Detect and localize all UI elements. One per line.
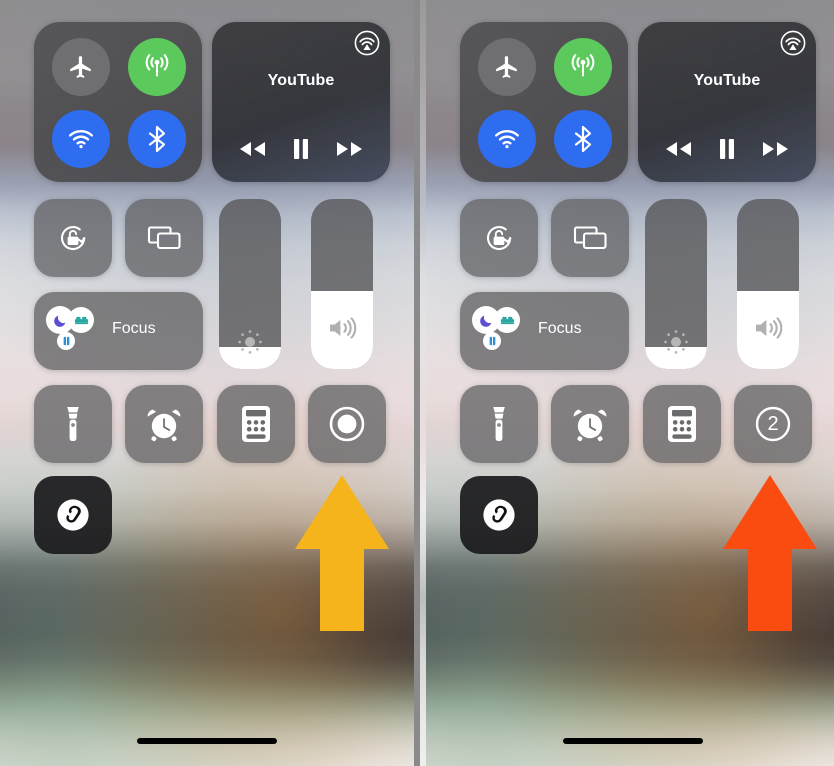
flashlight-button[interactable]: [460, 385, 538, 463]
calculator-icon: [667, 405, 697, 443]
brightness-slider[interactable]: [219, 199, 281, 369]
wifi-icon: [493, 125, 521, 153]
speaker-icon: [311, 315, 373, 341]
screen-mirroring-icon: [144, 221, 184, 255]
calculator-button[interactable]: [217, 385, 295, 463]
screen-mirroring-icon: [570, 221, 610, 255]
moon-icon: [46, 306, 74, 334]
alarm-clock-icon: [145, 405, 183, 443]
alarm-clock-icon: [571, 405, 609, 443]
rewind-button[interactable]: [237, 138, 267, 160]
shazam-icon: [51, 493, 95, 537]
volume-slider[interactable]: [737, 199, 799, 369]
calculator-icon: [241, 405, 271, 443]
flashlight-icon: [64, 405, 82, 443]
play-pause-button[interactable]: [712, 138, 742, 160]
screen-recording-button[interactable]: [308, 385, 386, 463]
focus-button[interactable]: Focus: [34, 292, 203, 370]
rotation-lock-icon: [480, 219, 518, 257]
phone-screen-left: YouTube Focus: [0, 0, 414, 766]
airplay-icon[interactable]: [780, 30, 806, 56]
focus-label: Focus: [112, 320, 156, 337]
bluetooth-toggle[interactable]: [128, 110, 186, 168]
rotation-lock-button[interactable]: [460, 199, 538, 277]
now-playing-module[interactable]: YouTube: [638, 22, 816, 182]
timer-button[interactable]: [125, 385, 203, 463]
calculator-button[interactable]: [643, 385, 721, 463]
flashlight-button[interactable]: [34, 385, 112, 463]
volume-slider[interactable]: [311, 199, 373, 369]
wifi-toggle[interactable]: [478, 110, 536, 168]
airplane-icon: [494, 54, 520, 80]
airplay-icon[interactable]: [354, 30, 380, 56]
moon-icon: [472, 306, 500, 334]
airplane-mode-toggle[interactable]: [52, 38, 110, 96]
control-center-left: YouTube Focus: [0, 0, 414, 766]
cellular-data-toggle[interactable]: [128, 38, 186, 96]
screen-recording-button[interactable]: 2: [734, 385, 812, 463]
screen-mirroring-button[interactable]: [551, 199, 629, 277]
screen-mirroring-button[interactable]: [125, 199, 203, 277]
now-playing-module[interactable]: YouTube: [212, 22, 390, 182]
speaker-icon: [737, 315, 799, 341]
rewind-button[interactable]: [663, 138, 693, 160]
fast-forward-button[interactable]: [335, 138, 365, 160]
connectivity-module[interactable]: [460, 22, 628, 182]
rotation-lock-icon: [54, 219, 92, 257]
bluetooth-icon: [570, 125, 596, 153]
airplane-mode-toggle[interactable]: [478, 38, 536, 96]
rotation-lock-button[interactable]: [34, 199, 112, 277]
book-icon: [483, 332, 501, 350]
screenshot-stage: YouTube Focus YouTube Focus 2: [0, 0, 834, 766]
control-center-right: YouTube Focus 2: [426, 0, 834, 766]
focus-button[interactable]: Focus: [460, 292, 629, 370]
highlight-arrow-yellow: [292, 473, 392, 633]
cellular-data-toggle[interactable]: [554, 38, 612, 96]
brightness-icon: [219, 329, 281, 355]
focus-icon-cluster: [46, 306, 102, 356]
bluetooth-icon: [144, 125, 170, 153]
record-icon: [325, 402, 369, 446]
countdown-ring-icon: 2: [751, 402, 795, 446]
shazam-icon: [477, 493, 521, 537]
bluetooth-toggle[interactable]: [554, 110, 612, 168]
cellular-icon: [142, 52, 172, 82]
airplane-icon: [68, 54, 94, 80]
connectivity-module[interactable]: [34, 22, 202, 182]
media-controls: [638, 138, 816, 160]
brightness-slider[interactable]: [645, 199, 707, 369]
highlight-arrow-orange: [720, 473, 820, 633]
timer-button[interactable]: [551, 385, 629, 463]
media-controls: [212, 138, 390, 160]
phone-screen-right: YouTube Focus 2: [426, 0, 834, 766]
cellular-icon: [568, 52, 598, 82]
flashlight-icon: [490, 405, 508, 443]
media-title: YouTube: [267, 72, 335, 89]
home-indicator: [137, 738, 277, 744]
focus-label: Focus: [538, 320, 582, 337]
wifi-toggle[interactable]: [52, 110, 110, 168]
play-pause-button[interactable]: [286, 138, 316, 160]
shazam-button[interactable]: [460, 476, 538, 554]
fast-forward-button[interactable]: [761, 138, 791, 160]
shazam-button[interactable]: [34, 476, 112, 554]
focus-icon-cluster: [472, 306, 528, 356]
brightness-icon: [645, 329, 707, 355]
book-icon: [57, 332, 75, 350]
home-indicator: [563, 738, 703, 744]
wifi-icon: [67, 125, 95, 153]
media-title: YouTube: [693, 72, 761, 89]
